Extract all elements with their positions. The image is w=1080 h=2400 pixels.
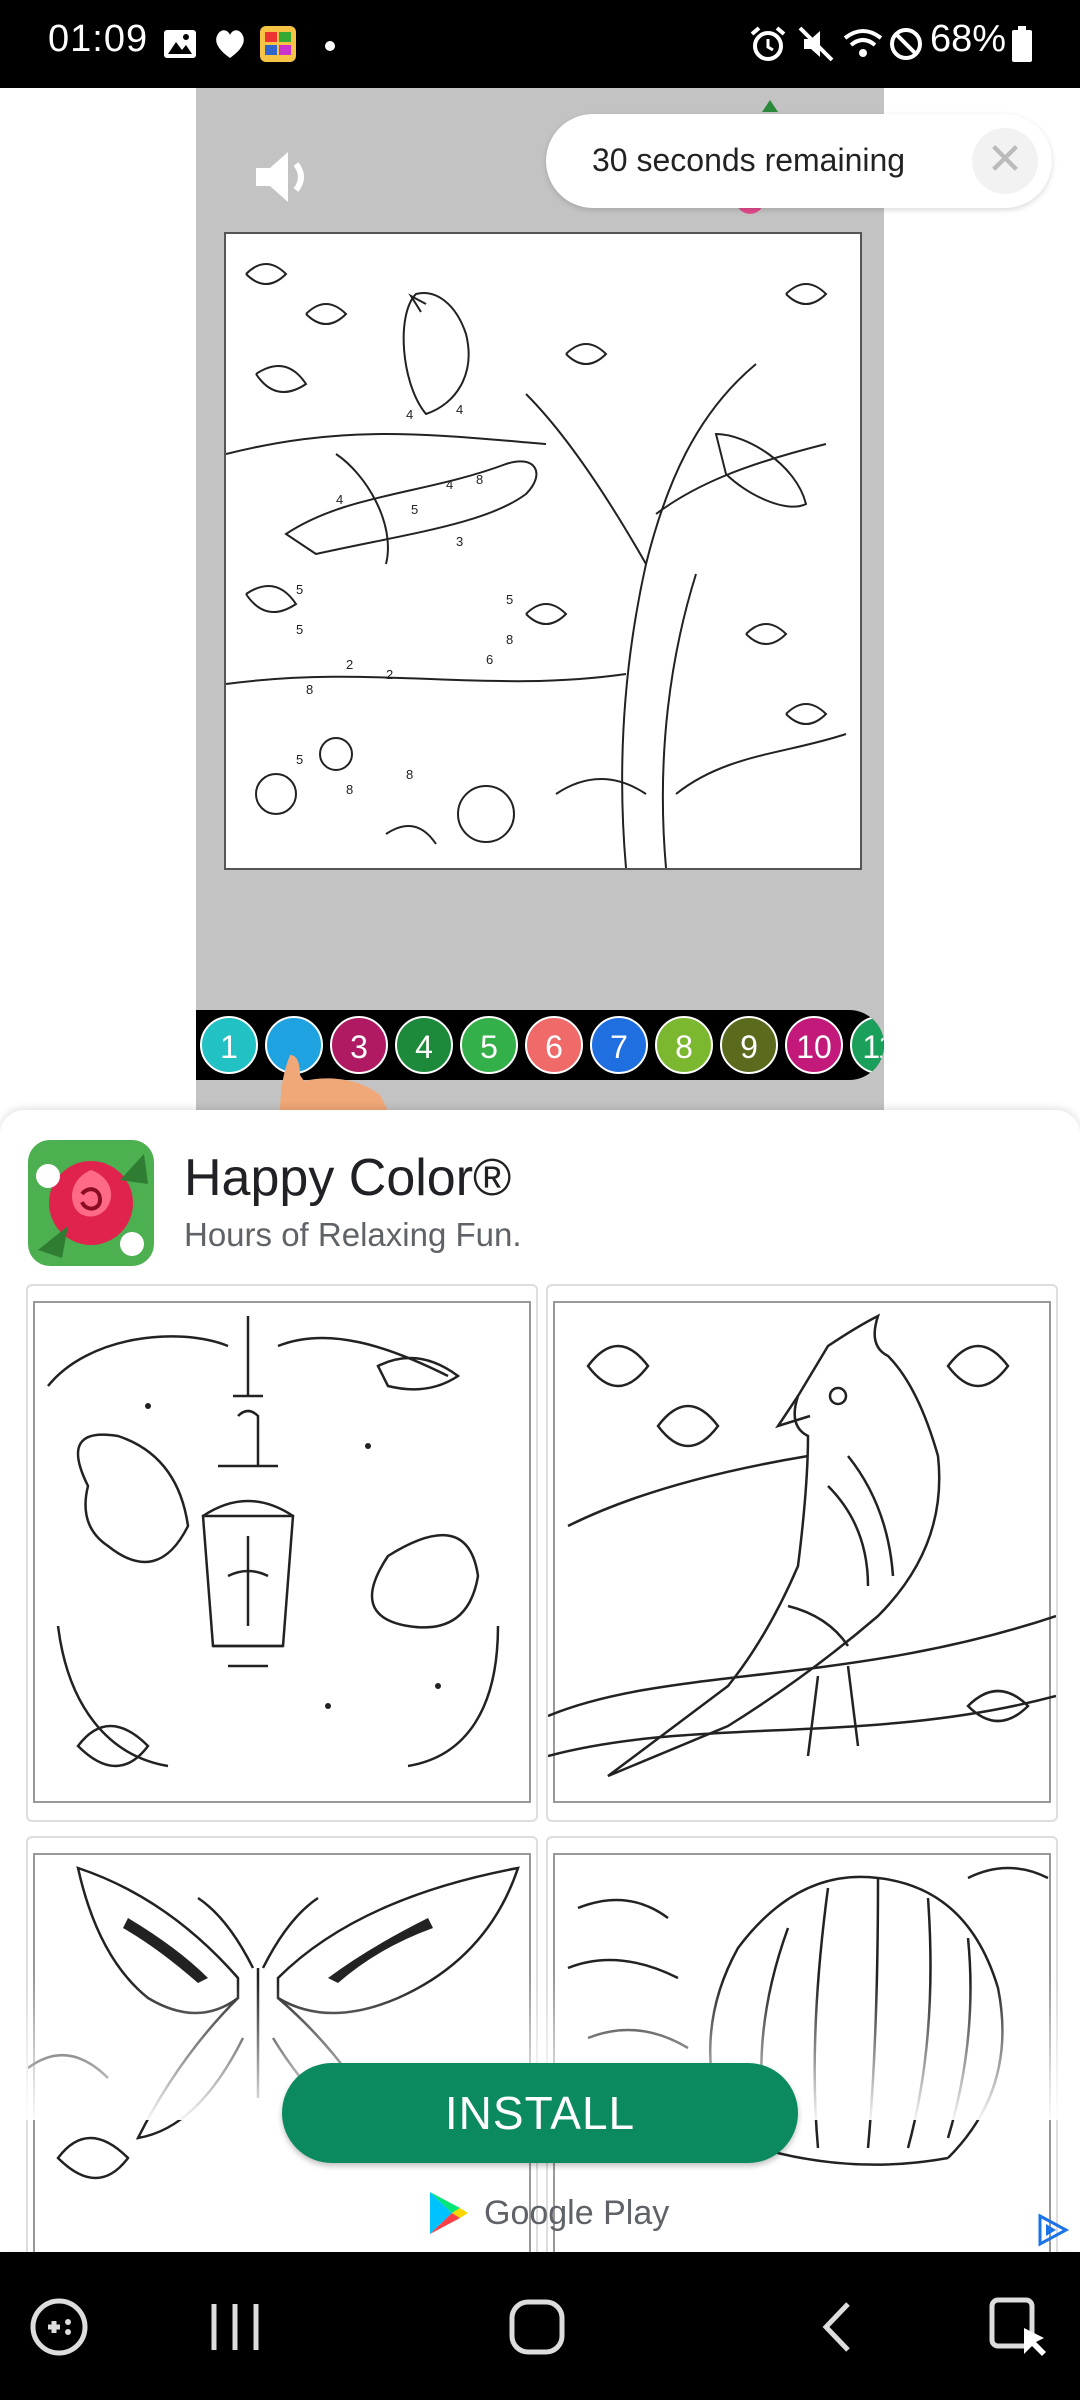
alarm-icon xyxy=(750,26,786,61)
app-name: Happy Color® xyxy=(184,1149,512,1207)
app-icon xyxy=(260,26,296,62)
pointing-hand-icon xyxy=(280,1055,390,1115)
status-bar: 01:09 68% xyxy=(0,0,1080,88)
recent-apps-icon[interactable] xyxy=(200,2292,270,2362)
home-icon[interactable] xyxy=(502,2292,572,2362)
gallery-image-lantern[interactable] xyxy=(26,1284,538,1822)
palette-swatch[interactable]: 6 xyxy=(525,1016,583,1074)
palette-swatch[interactable]: 9 xyxy=(720,1016,778,1074)
palette-swatch[interactable]: 8 xyxy=(655,1016,713,1074)
google-play-label: Google Play xyxy=(484,2194,670,2232)
palette-swatch[interactable]: 7 xyxy=(590,1016,648,1074)
svg-text:8: 8 xyxy=(406,767,413,782)
svg-text:5: 5 xyxy=(506,592,513,607)
wifi-icon xyxy=(843,29,883,57)
adchoices-icon[interactable] xyxy=(1034,2212,1070,2248)
accessibility-icon[interactable] xyxy=(984,2292,1054,2362)
svg-text:3: 3 xyxy=(456,534,463,549)
dnd-icon xyxy=(890,28,922,60)
svg-text:2: 2 xyxy=(386,667,393,682)
coloring-page[interactable]: 444 548 355 586 588 822 xyxy=(224,232,862,870)
google-play-icon xyxy=(430,2192,468,2234)
svg-text:4: 4 xyxy=(456,402,463,417)
palette-swatch[interactable]: 5 xyxy=(460,1016,518,1074)
svg-text:6: 6 xyxy=(486,652,493,667)
svg-text:2: 2 xyxy=(346,657,353,672)
palette-swatch[interactable]: 4 xyxy=(395,1016,453,1074)
install-button[interactable]: INSTALL xyxy=(282,2063,798,2163)
gallery-image-bird[interactable] xyxy=(546,1284,1058,1822)
svg-text:8: 8 xyxy=(506,632,513,647)
close-ad-button[interactable]: ✕ xyxy=(972,128,1038,194)
svg-text:8: 8 xyxy=(306,682,313,697)
gallery-icon xyxy=(164,30,196,58)
svg-text:5: 5 xyxy=(296,752,303,767)
palette-swatch[interactable]: 11 xyxy=(850,1016,884,1074)
speaker-icon[interactable] xyxy=(250,142,320,212)
svg-text:8: 8 xyxy=(346,782,353,797)
svg-text:5: 5 xyxy=(296,622,303,637)
dot-icon xyxy=(325,41,335,51)
mute-icon xyxy=(798,26,834,62)
back-icon[interactable] xyxy=(804,2292,874,2362)
countdown-toast: 30 seconds remaining ✕ xyxy=(546,114,1052,208)
svg-text:5: 5 xyxy=(411,502,418,517)
coloring-artwork: 4 44 54 8 355 586 588 822 xyxy=(226,263,847,868)
svg-text:8: 8 xyxy=(476,472,483,487)
heart-icon xyxy=(216,30,244,58)
app-tagline: Hours of Relaxing Fun. xyxy=(184,1216,522,1253)
navigation-bar xyxy=(0,2252,1080,2400)
svg-text:4: 4 xyxy=(406,407,413,422)
palette-swatch[interactable]: 1 xyxy=(200,1016,258,1074)
battery-percent: 68% xyxy=(930,18,1007,60)
svg-text:4: 4 xyxy=(446,477,453,492)
clock: 01:09 xyxy=(48,18,149,60)
countdown-text: 30 seconds remaining xyxy=(592,142,906,178)
palette-swatch[interactable]: 10 xyxy=(785,1016,843,1074)
svg-text:4: 4 xyxy=(336,492,343,507)
app-logo-icon[interactable] xyxy=(28,1140,154,1266)
battery-icon xyxy=(1012,26,1032,62)
svg-text:5: 5 xyxy=(296,582,303,597)
game-launcher-icon[interactable] xyxy=(24,2292,94,2362)
